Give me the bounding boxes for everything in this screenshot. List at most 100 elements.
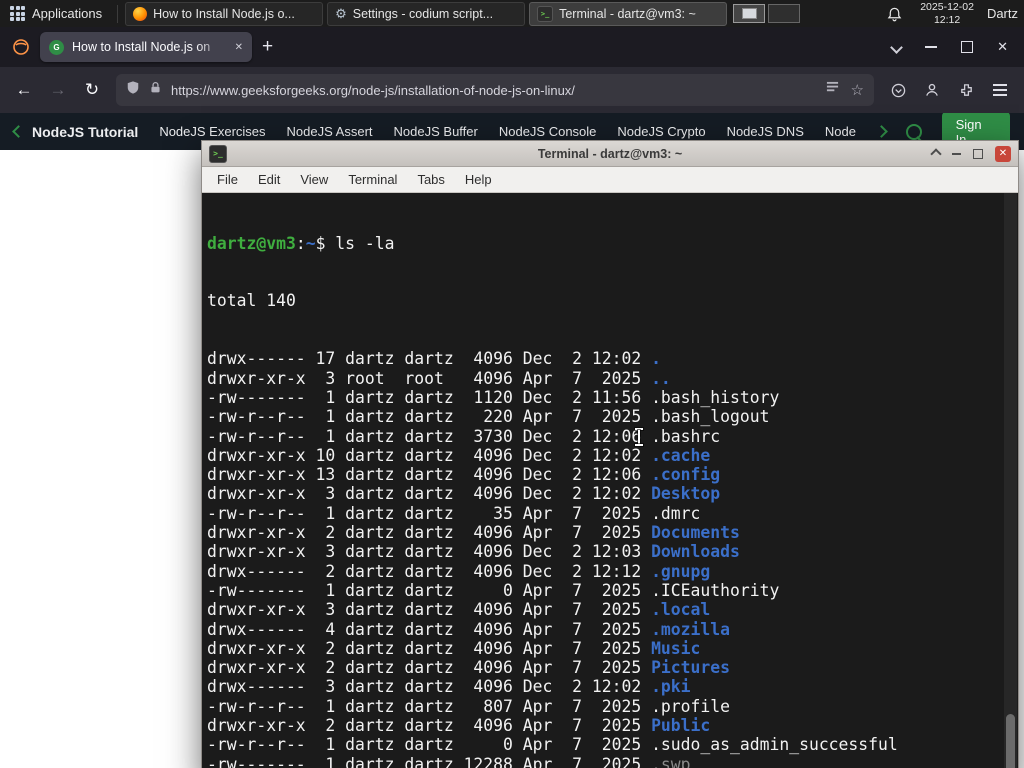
url-text[interactable]: https://www.geeksforgeeks.org/node-js/in… bbox=[171, 83, 817, 98]
file-name: .config bbox=[651, 465, 721, 485]
url-bar[interactable]: https://www.geeksforgeeks.org/node-js/in… bbox=[116, 74, 874, 106]
terminal-line: drwx------ 3 dartz dartz 4096 Dec 2 12:0… bbox=[207, 677, 691, 697]
browser-tab[interactable]: G How to Install Node.js on ✕ bbox=[40, 32, 252, 62]
file-name: . bbox=[651, 349, 661, 369]
username[interactable]: Dartz bbox=[987, 6, 1018, 21]
site-nav-link[interactable]: NodeJS Buffer bbox=[394, 124, 478, 139]
firefox-view-icon[interactable] bbox=[8, 34, 34, 60]
new-tab-button[interactable]: + bbox=[262, 36, 273, 58]
account-icon[interactable] bbox=[916, 74, 948, 106]
browser-maximize-button[interactable] bbox=[961, 41, 974, 53]
file-name: .bash_logout bbox=[651, 407, 770, 427]
reload-button[interactable]: ↻ bbox=[76, 74, 108, 106]
terminal-titlebar[interactable]: >_ Terminal - dartz@vm3: ~ ✕ bbox=[202, 141, 1018, 167]
file-name: .. bbox=[651, 368, 671, 388]
site-nav-link[interactable]: NodeJS Exercises bbox=[159, 124, 265, 139]
terminal-minimize-button[interactable] bbox=[952, 152, 961, 155]
menu-view[interactable]: View bbox=[291, 170, 337, 189]
site-nav-link[interactable]: NodeJS Console bbox=[499, 124, 597, 139]
terminal-line: drwxr-xr-x 3 dartz dartz 4096 Apr 7 2025… bbox=[207, 600, 711, 620]
file-name: .sudo_as_admin_successful bbox=[651, 735, 898, 755]
menu-icon[interactable] bbox=[984, 74, 1016, 106]
file-name: .gnupg bbox=[651, 561, 711, 581]
terminal-screen[interactable]: dartz@vm3:~$ ls -la total 140 drwx------… bbox=[203, 193, 1017, 768]
notification-bell-icon[interactable] bbox=[887, 6, 902, 22]
reader-mode-icon[interactable] bbox=[826, 81, 839, 99]
workspace-2[interactable] bbox=[768, 4, 801, 23]
menu-terminal[interactable]: Terminal bbox=[339, 170, 406, 189]
pocket-icon[interactable] bbox=[882, 74, 914, 106]
terminal-window: >_ Terminal - dartz@vm3: ~ ✕ File Edit Vie… bbox=[201, 140, 1019, 768]
file-name: .bash_history bbox=[651, 387, 780, 407]
terminal-line: -rw------- 1 dartz dartz 12288 Apr 7 202… bbox=[207, 755, 1001, 768]
menu-help[interactable]: Help bbox=[456, 170, 501, 189]
workspace-1[interactable] bbox=[733, 4, 766, 23]
terminal-icon: >_ bbox=[537, 5, 554, 22]
terminal-maximize-button[interactable] bbox=[973, 148, 983, 159]
forward-button[interactable]: → bbox=[42, 74, 74, 106]
menu-tabs[interactable]: Tabs bbox=[408, 170, 453, 189]
file-name: .ICEauthority bbox=[651, 580, 780, 600]
firefox-toolbar: ← → ↻ https://www.geeksforgeeks.org/node… bbox=[0, 67, 1024, 113]
terminal-line: -rw------- 1 dartz dartz 0 Apr 7 2025 .I… bbox=[207, 580, 780, 600]
file-name: .swp bbox=[651, 754, 691, 768]
terminal-line: -rw-r--r-- 1 dartz dartz 220 Apr 7 2025 … bbox=[207, 407, 770, 427]
terminal-line: -rw-r--r-- 1 dartz dartz 3730 Dec 2 12:0… bbox=[207, 426, 721, 446]
tab-favicon: G bbox=[49, 39, 64, 55]
browser-minimize-button[interactable] bbox=[925, 46, 938, 48]
scrollbar-thumb[interactable] bbox=[1006, 714, 1015, 768]
lock-icon[interactable] bbox=[149, 81, 162, 99]
file-name: Desktop bbox=[651, 484, 721, 504]
site-nav-link[interactable]: NodeJS DNS bbox=[727, 124, 804, 139]
file-name: Documents bbox=[651, 523, 740, 543]
list-all-tabs-icon[interactable] bbox=[890, 40, 903, 54]
applications-label: Applications bbox=[32, 6, 103, 21]
back-button[interactable]: ← bbox=[8, 74, 40, 106]
chevron-right-icon[interactable] bbox=[874, 125, 888, 138]
terminal-line: drwx------ 17 dartz dartz 4096 Dec 2 12:… bbox=[207, 349, 661, 369]
terminal-line: -rw-r--r-- 1 dartz dartz 807 Apr 7 2025 … bbox=[207, 696, 731, 716]
clock[interactable]: 2025-12-02 12:12 bbox=[920, 1, 974, 26]
taskbar-item-settings[interactable]: ⚙ Settings - codium script... bbox=[327, 1, 526, 26]
top-panel: Applications How to Install Node.js o...… bbox=[0, 0, 1024, 27]
shade-window-icon[interactable] bbox=[930, 147, 942, 160]
site-nav-link[interactable]: Node bbox=[825, 124, 856, 139]
terminal-total-line: total 140 bbox=[207, 291, 296, 311]
menu-file[interactable]: File bbox=[208, 170, 247, 189]
tab-close-icon[interactable]: ✕ bbox=[235, 42, 243, 53]
terminal-close-button[interactable]: ✕ bbox=[995, 145, 1011, 162]
terminal-line: -rw-r--r-- 1 dartz dartz 0 Apr 7 2025 .s… bbox=[207, 735, 898, 755]
browser-close-button[interactable]: ✕ bbox=[997, 39, 1008, 55]
prompt-path: ~ bbox=[305, 233, 316, 253]
clock-date: 2025-12-02 bbox=[920, 0, 974, 13]
applications-icon bbox=[10, 6, 25, 21]
terminal-line: drwxr-xr-x 3 dartz dartz 4096 Dec 2 12:0… bbox=[207, 542, 740, 562]
search-icon[interactable] bbox=[905, 123, 922, 140]
applications-menu-button[interactable]: Applications bbox=[0, 0, 112, 27]
terminal-line: drwxr-xr-x 10 dartz dartz 4096 Dec 2 12:… bbox=[207, 445, 711, 465]
file-name: .profile bbox=[651, 696, 731, 716]
file-name: .local bbox=[651, 600, 711, 620]
terminal-window-title: Terminal - dartz@vm3: ~ bbox=[537, 146, 683, 161]
shield-icon[interactable] bbox=[126, 80, 140, 100]
firefox-icon bbox=[133, 6, 148, 21]
terminal-line: drwxr-xr-x 2 dartz dartz 4096 Apr 7 2025… bbox=[207, 523, 740, 543]
terminal-scrollbar[interactable] bbox=[1004, 193, 1017, 768]
terminal-line: -rw------- 1 dartz dartz 1120 Dec 2 11:5… bbox=[207, 387, 780, 407]
workspace-switcher[interactable] bbox=[733, 4, 801, 23]
chevron-left-icon[interactable] bbox=[12, 125, 25, 138]
terminal-line: drwx------ 2 dartz dartz 4096 Dec 2 12:1… bbox=[207, 561, 711, 581]
taskbar-item-firefox[interactable]: How to Install Node.js o... bbox=[125, 1, 324, 26]
site-nav-link[interactable]: NodeJS Assert bbox=[287, 124, 373, 139]
file-name: Pictures bbox=[651, 658, 731, 678]
site-nav-current[interactable]: NodeJS Tutorial bbox=[12, 124, 138, 140]
extensions-icon[interactable] bbox=[950, 74, 982, 106]
site-nav-link[interactable]: NodeJS Crypto bbox=[617, 124, 705, 139]
taskbar-item-terminal[interactable]: >_ Terminal - dartz@vm3: ~ bbox=[529, 1, 728, 26]
terminal-line: drwxr-xr-x 2 dartz dartz 4096 Apr 7 2025… bbox=[207, 638, 701, 658]
menu-edit[interactable]: Edit bbox=[249, 170, 289, 189]
tab-title: How to Install Node.js on bbox=[72, 40, 211, 54]
file-name: Downloads bbox=[651, 542, 740, 562]
bookmark-star-icon[interactable]: ☆ bbox=[851, 81, 864, 99]
terminal-line: drwxr-xr-x 13 dartz dartz 4096 Dec 2 12:… bbox=[207, 465, 721, 485]
